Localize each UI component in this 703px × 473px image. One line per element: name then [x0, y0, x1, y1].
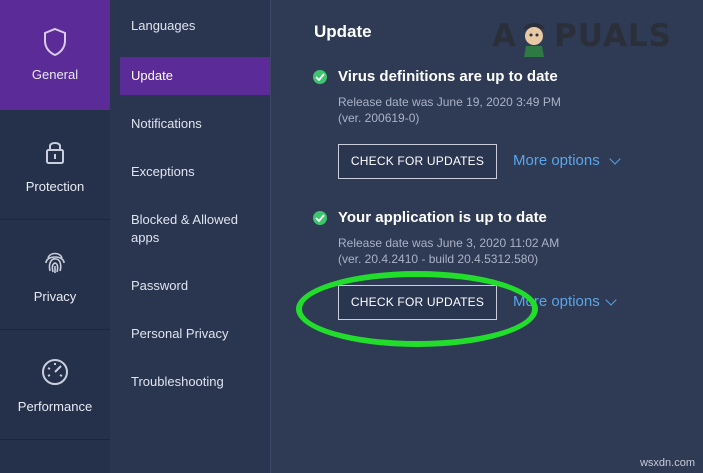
subnav-item-update[interactable]: Update [120, 57, 270, 95]
sidebar-item-label: Privacy [33, 289, 77, 304]
appuals-logo: A PUALS [492, 18, 698, 58]
subnav-item-troubleshooting[interactable]: Troubleshooting [120, 373, 270, 391]
shield-icon [39, 26, 71, 58]
update-panel: Update Virus definitions are up to date … [271, 0, 703, 473]
sidebar-item-performance[interactable]: Performance [0, 330, 110, 440]
chevron-down-icon[interactable] [609, 153, 621, 165]
sidebar-item-label: Performance [17, 399, 93, 414]
subnav-item-blocked-allowed-apps[interactable]: Blocked & Allowed apps [120, 211, 250, 247]
subnav-item-exceptions[interactable]: Exceptions [120, 163, 270, 181]
lock-icon [39, 136, 71, 168]
application-status: Your application is up to date [338, 209, 547, 226]
virus-version: (ver. 200619-0) [338, 111, 420, 125]
subnav-item-personal-privacy[interactable]: Personal Privacy [120, 325, 270, 343]
settings-subnav: Languages Update Notifications Exception… [110, 0, 271, 473]
fingerprint-icon [39, 246, 71, 278]
page-title: Update [314, 22, 372, 41]
app-version: (ver. 20.4.2410 - build 20.4.5312.580) [338, 252, 539, 266]
chevron-down-icon[interactable] [605, 294, 617, 306]
logo-letter-a: A [492, 18, 517, 54]
main-sidebar: General Protection Privacy Performance [0, 0, 111, 473]
virus-definitions-status: Virus definitions are up to date [338, 68, 558, 85]
source-watermark: wsxdn.com [639, 457, 695, 469]
subnav-item-password[interactable]: Password [120, 277, 270, 295]
highlight-ellipse [296, 271, 538, 347]
subnav-item-notifications[interactable]: Notifications [120, 115, 270, 133]
checkmark-icon [313, 211, 327, 225]
subnav-item-languages[interactable]: Languages [120, 17, 270, 35]
app-release-date: Release date was June 3, 2020 11:02 AM [338, 236, 560, 250]
sidebar-item-privacy[interactable]: Privacy [0, 220, 110, 330]
virus-more-options-link[interactable]: More options [513, 152, 600, 169]
checkmark-icon [313, 70, 327, 84]
sidebar-item-label: General [31, 67, 79, 82]
virus-release-date: Release date was June 19, 2020 3:49 PM [338, 95, 561, 109]
sidebar-item-protection[interactable]: Protection [0, 110, 110, 220]
sidebar-item-label: Protection [25, 179, 85, 194]
logo-text: PUALS [554, 18, 673, 54]
sidebar-item-general[interactable]: General [0, 0, 110, 110]
mascot-icon [520, 19, 548, 57]
check-virus-updates-button[interactable]: CHECK FOR UPDATES [338, 144, 497, 179]
speedometer-icon [39, 356, 71, 388]
